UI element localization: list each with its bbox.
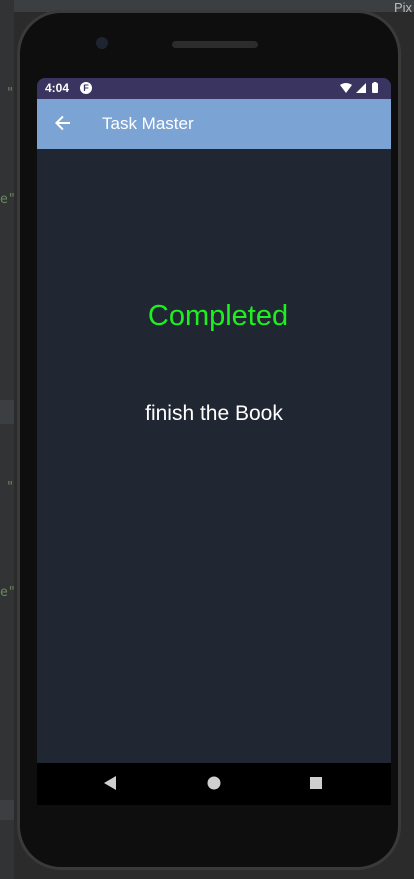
battery-icon xyxy=(372,82,378,93)
earpiece-speaker xyxy=(172,41,258,48)
nav-home-button[interactable] xyxy=(207,775,221,796)
back-button[interactable] xyxy=(51,111,75,135)
home-circle-icon xyxy=(207,776,221,790)
ide-gutter xyxy=(0,0,14,879)
system-navigation-bar xyxy=(37,763,391,805)
ide-pixel-label: Pix xyxy=(393,0,412,15)
ide-code-fragment: e" xyxy=(0,192,16,207)
app-screen: 4:04 F Task Master Completed finish the … xyxy=(37,78,391,763)
back-triangle-icon xyxy=(104,776,116,790)
ide-gutter-highlight xyxy=(0,800,14,820)
recents-square-icon xyxy=(310,777,322,789)
status-icons xyxy=(339,82,383,95)
status-bar: 4:04 F xyxy=(37,78,391,99)
app-bar: Task Master xyxy=(37,99,391,149)
nav-recents-button[interactable] xyxy=(309,775,323,796)
ide-code-fragment: " xyxy=(6,480,14,495)
signal-icon xyxy=(356,83,366,93)
wifi-icon xyxy=(340,83,352,93)
ide-gutter-highlight xyxy=(0,400,14,424)
task-status-heading: Completed xyxy=(147,300,289,332)
status-time: 4:04 xyxy=(45,81,70,95)
task-title-text: finish the Book xyxy=(145,402,283,425)
arrow-back-icon xyxy=(55,115,70,131)
nav-back-button[interactable] xyxy=(103,775,117,796)
ide-code-fragment: " xyxy=(6,86,14,101)
ide-code-fragment: e" xyxy=(0,585,16,600)
app-title: Task Master xyxy=(102,114,194,133)
notification-app-icon: F xyxy=(80,82,92,94)
front-camera xyxy=(96,37,108,49)
